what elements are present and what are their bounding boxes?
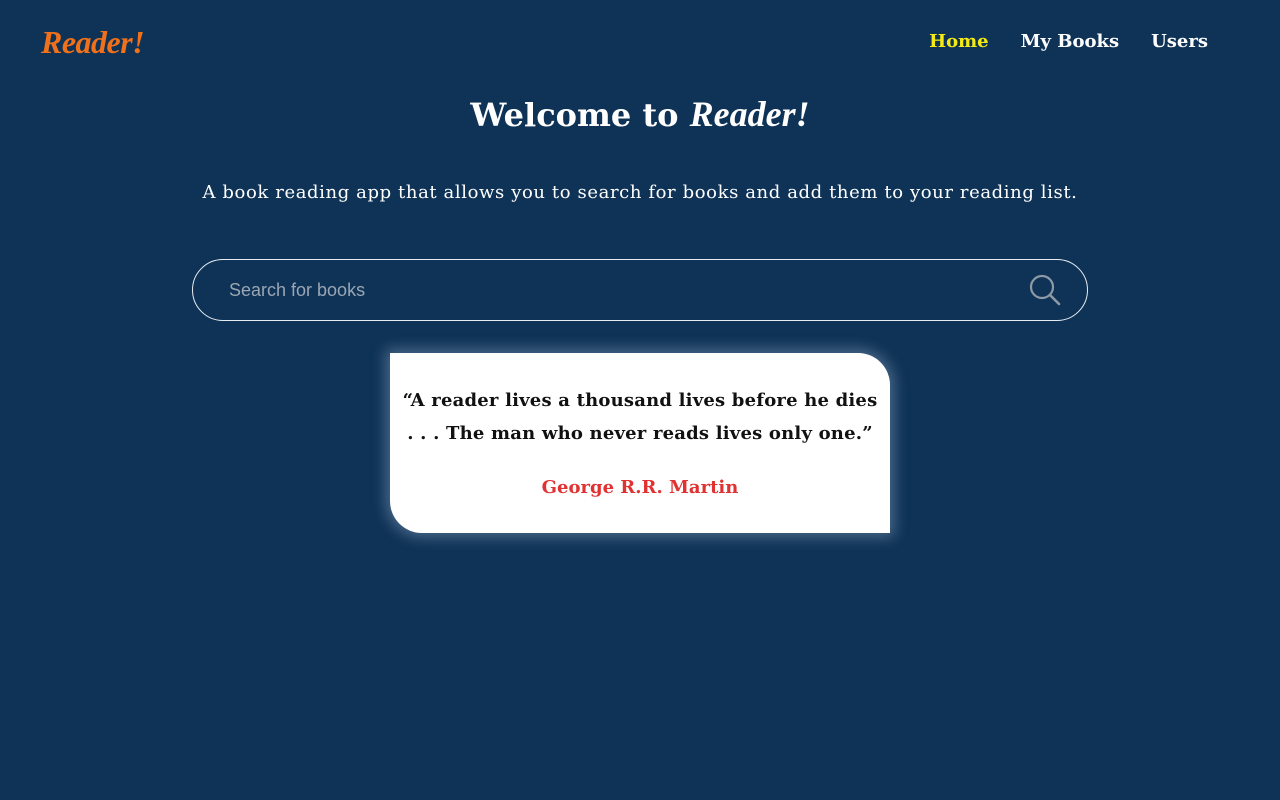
quote-card: “A reader lives a thousand lives before … bbox=[390, 353, 890, 533]
quote-text: “A reader lives a thousand lives before … bbox=[390, 384, 890, 450]
quote-line-2: . . . The man who never reads lives only… bbox=[407, 423, 873, 444]
main-nav: Home My Books Users bbox=[929, 28, 1208, 56]
logo[interactable]: Reader! bbox=[41, 22, 145, 62]
quote-line-1: “A reader lives a thousand lives before … bbox=[402, 390, 878, 411]
search-button[interactable] bbox=[1025, 270, 1065, 310]
nav-users-link[interactable]: Users bbox=[1151, 28, 1208, 56]
page-title: Welcome to Reader! bbox=[0, 92, 1280, 137]
title-brand: Reader! bbox=[689, 94, 810, 134]
title-prefix: Welcome to bbox=[470, 96, 690, 134]
quote-author: George R.R. Martin bbox=[541, 477, 739, 498]
nav-home-link[interactable]: Home bbox=[929, 28, 989, 56]
search-form bbox=[192, 259, 1088, 321]
search-input[interactable] bbox=[229, 270, 1025, 310]
search-icon bbox=[1029, 274, 1061, 306]
page-subtitle: A book reading app that allows you to se… bbox=[202, 182, 1078, 203]
nav-my-books-link[interactable]: My Books bbox=[1021, 28, 1119, 56]
